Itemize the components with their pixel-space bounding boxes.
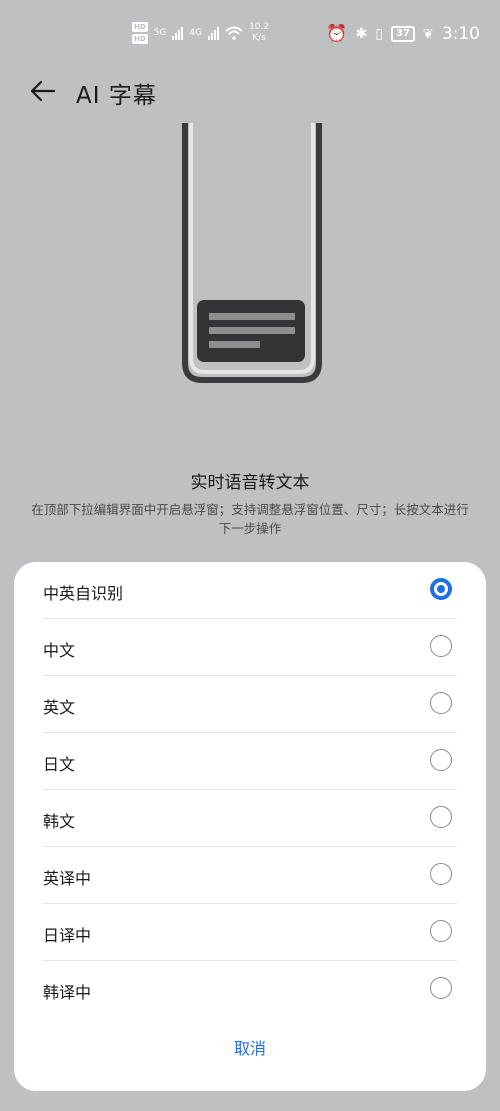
language-sheet: 中英自识别 中文 英文 日文 韩文 英译中 日译中 韩译中 取消 (14, 562, 486, 1091)
radio-icon[interactable] (430, 635, 452, 657)
radio-icon[interactable] (430, 749, 452, 771)
signal-icon (172, 26, 184, 40)
status-bar: HD HD 5G 4G 10.2 K/s ⏰ ✱ ▯ 37 ❦ 3:10 (0, 0, 500, 60)
radio-icon[interactable] (430, 863, 452, 885)
radio-icon[interactable] (430, 806, 452, 828)
page-title: AI 字幕 (76, 83, 157, 109)
status-right: ⏰ ✱ ▯ 37 ❦ 3:10 (326, 24, 480, 44)
option-label: 日文 (43, 755, 76, 774)
option-0[interactable]: 中英自识别 (14, 562, 486, 619)
radio-icon[interactable] (430, 977, 452, 999)
radio-selected-icon[interactable] (430, 578, 452, 600)
network-speed: 10.2 K/s (249, 22, 269, 44)
alarm-icon: ⏰ (326, 24, 348, 44)
option-4[interactable]: 韩文 (14, 790, 486, 847)
vibrate-icon: ▯ (375, 26, 383, 42)
net-speed-value: 10.2 (249, 22, 270, 32)
app-header: AI 字幕 (0, 70, 500, 114)
net-speed-unit: K/s (252, 33, 266, 43)
option-3[interactable]: 日文 (14, 733, 486, 790)
option-label: 韩文 (43, 812, 76, 831)
leaf-icon: ❦ (422, 26, 434, 42)
option-label: 英译中 (43, 869, 92, 888)
phone-illustration (182, 123, 322, 383)
status-left: HD HD 5G 4G 10.2 K/s (132, 22, 269, 44)
option-7[interactable]: 韩译中 (14, 961, 486, 1018)
option-6[interactable]: 日译中 (14, 904, 486, 961)
option-1[interactable]: 中文 (14, 619, 486, 676)
feature-description: 在顶部下拉编辑界面中开启悬浮窗；支持调整悬浮窗位置、尺寸；长按文本进行下一步操作 (31, 502, 469, 536)
clock: 3:10 (441, 24, 480, 44)
sim1-label: 5G (153, 28, 167, 38)
radio-icon[interactable] (430, 692, 452, 714)
cancel-button[interactable]: 取消 (14, 1034, 486, 1064)
option-label: 英文 (43, 698, 76, 717)
option-label: 中英自识别 (43, 584, 124, 603)
option-label: 中文 (43, 641, 76, 660)
hd-badge-1: HD (132, 22, 148, 32)
feature-title: 实时语音转文本 (190, 473, 310, 493)
sim2-label: 4G (189, 28, 203, 38)
back-arrow-icon[interactable] (28, 76, 58, 106)
option-5[interactable]: 英译中 (14, 847, 486, 904)
hd-badges: HD HD (132, 22, 148, 44)
option-label: 日译中 (43, 926, 92, 945)
hd-badge-2: HD (132, 34, 148, 44)
battery-icon: 37 (390, 26, 415, 42)
signal-icon-2 (208, 26, 220, 40)
option-label: 韩译中 (43, 983, 92, 1002)
option-2[interactable]: 英文 (14, 676, 486, 733)
wifi-icon (225, 26, 243, 40)
bluetooth-icon: ✱ (355, 26, 368, 42)
radio-icon[interactable] (430, 920, 452, 942)
